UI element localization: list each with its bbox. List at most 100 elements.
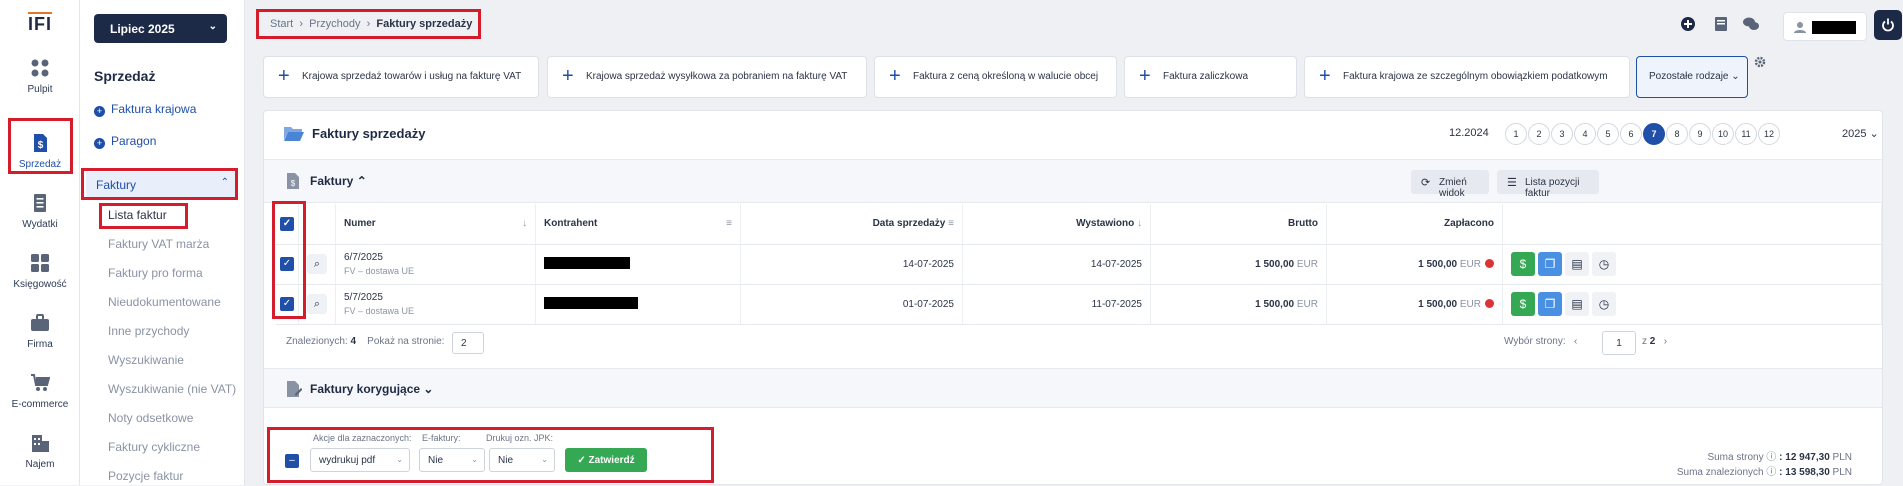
add-circle-icon[interactable] xyxy=(1680,16,1696,32)
clock-icon[interactable]: ◷ xyxy=(1592,252,1616,276)
other-types-dropdown[interactable]: Pozostałe rodzaje ⌄ xyxy=(1636,56,1748,98)
select-all-checkbox[interactable]: ✓ xyxy=(280,216,294,231)
breadcrumb-przychody[interactable]: Przychody xyxy=(309,18,360,30)
menu-link-faktura-krajowa[interactable]: + Faktura krajowa xyxy=(94,102,196,117)
bulk-select-toggle[interactable]: – xyxy=(285,454,299,468)
rail-item-ecommerce[interactable]: E-commerce xyxy=(4,373,76,425)
rail-item-ksiegowosc[interactable]: Księgowość xyxy=(4,253,76,305)
new-invoice-advance-button[interactable]: + Faktura zaliczkowa xyxy=(1124,56,1297,98)
menu-item-wyszukiwanie[interactable]: Wyszukiwanie xyxy=(108,353,184,367)
row-checkbox[interactable]: ✓ xyxy=(280,297,294,311)
building-icon xyxy=(32,435,49,452)
menu-item-faktury-cykliczne[interactable]: Faktury cykliczne xyxy=(108,440,200,454)
e-invoice-select[interactable]: Nie ⌄ xyxy=(419,448,485,472)
menu-item-vat-marza[interactable]: Faktury VAT marża xyxy=(108,237,209,251)
invoice-items-list-button[interactable]: ☰ Lista pozycji faktur xyxy=(1497,170,1599,199)
menu-link-paragon[interactable]: + Paragon xyxy=(94,134,156,149)
payment-dollar-icon[interactable]: $ xyxy=(1511,292,1535,316)
copy-icon[interactable]: ❐ xyxy=(1538,252,1562,276)
copy-icon[interactable]: ❐ xyxy=(1538,292,1562,316)
col-paid[interactable]: Zapłacono xyxy=(1326,204,1503,245)
logout-button[interactable] xyxy=(1874,10,1902,40)
payment-dollar-icon[interactable]: $ xyxy=(1511,252,1535,276)
chevron-left-icon[interactable]: ‹ xyxy=(1574,336,1577,347)
chat-icon[interactable] xyxy=(1743,16,1759,32)
chevron-right-icon[interactable]: › xyxy=(1664,336,1667,347)
col-number[interactable]: Numer ↓ xyxy=(335,204,536,245)
sort-down-icon[interactable]: ↓ xyxy=(1137,218,1142,229)
table-header: ✓ Numer ↓ Kontrahent ≡ Data sprzedaży ≡ Wy… xyxy=(276,204,1882,245)
filter-lines-icon[interactable]: ≡ xyxy=(948,218,954,229)
month-page-5[interactable]: 5 xyxy=(1597,123,1619,145)
sort-down-icon[interactable]: ↓ xyxy=(522,218,527,229)
new-invoice-special-tax-button[interactable]: + Faktura krajowa ze szczególnym obowiązk… xyxy=(1304,56,1630,98)
menu-item-wyszukiwanie-nie-vat[interactable]: Wyszukiwanie (nie VAT) xyxy=(108,382,236,396)
invoice-type: FV – dostawa UE xyxy=(344,306,415,316)
new-invoice-cod-button[interactable]: + Krajowa sprzedaż wysyłkowa za pobraniem… xyxy=(547,56,867,98)
month-page-9[interactable]: 9 xyxy=(1689,123,1711,145)
invoices-section-toggle[interactable]: Faktury ⌃ xyxy=(310,174,367,188)
confirm-button[interactable]: ✓ Zatwierdź xyxy=(565,448,647,472)
new-invoice-vat-button[interactable]: + Krajowa sprzedaż towarów i usług na fak… xyxy=(263,56,539,98)
pdf-icon[interactable]: ▤ xyxy=(1565,292,1589,316)
table-row[interactable]: ✓ ⌕ 5/7/2025 FV – dostawa UE 01-07-2025 1… xyxy=(276,284,1882,325)
month-page-10[interactable]: 10 xyxy=(1712,123,1734,145)
search-icon[interactable]: ⌕ xyxy=(307,254,327,274)
filter-lines-icon[interactable]: ≡ xyxy=(726,218,732,229)
menu-item-inne-przychody[interactable]: Inne przychody xyxy=(108,324,189,338)
app-logo[interactable]: IFI xyxy=(28,12,52,35)
col-sale-date[interactable]: Data sprzedaży ≡ xyxy=(740,204,963,245)
row-checkbox[interactable]: ✓ xyxy=(280,257,294,271)
calculator-icon xyxy=(31,254,49,272)
col-gross[interactable]: Brutto xyxy=(1150,204,1327,245)
rail-item-najem[interactable]: Najem xyxy=(4,433,76,485)
info-icon[interactable]: ⓘ xyxy=(1766,452,1776,463)
table-row[interactable]: ✓ ⌕ 6/7/2025 FV – dostawa UE 14-07-2025 1… xyxy=(276,244,1882,285)
breadcrumb-current: Faktury sprzedaży xyxy=(376,18,473,30)
month-page-11[interactable]: 11 xyxy=(1735,123,1757,145)
invoice-dollar-icon: $ xyxy=(34,134,47,152)
edit-document-icon xyxy=(287,381,302,397)
new-invoice-foreign-currency-button[interactable]: + Faktura z ceną określoną w walucie obce… xyxy=(874,56,1117,98)
invoice-number[interactable]: 5/7/2025 FV – dostawa UE xyxy=(335,284,536,325)
month-page-1[interactable]: 1 xyxy=(1505,123,1527,145)
menu-group-faktury[interactable]: Faktury ⌃ xyxy=(86,172,237,198)
rail-item-pulpit[interactable]: Pulpit xyxy=(4,58,76,110)
rail-item-firma[interactable]: Firma xyxy=(4,313,76,365)
info-icon[interactable]: ⓘ xyxy=(1766,467,1776,478)
month-page-2[interactable]: 2 xyxy=(1528,123,1550,145)
year-selector[interactable]: 2025 ⌄ xyxy=(1842,127,1879,140)
menu-item-pozycje-faktur[interactable]: Pozycje faktur xyxy=(108,469,183,483)
clock-icon[interactable]: ◷ xyxy=(1592,292,1616,316)
search-icon[interactable]: ⌕ xyxy=(307,294,327,314)
invoice-number[interactable]: 6/7/2025 FV – dostawa UE xyxy=(335,244,536,285)
menu-item-pro-forma[interactable]: Faktury pro forma xyxy=(108,266,203,280)
corrections-section-toggle[interactable]: Faktury korygujące ⌄ xyxy=(310,382,433,396)
menu-item-lista-faktur[interactable]: Lista faktur xyxy=(108,208,167,222)
gear-icon[interactable] xyxy=(1754,56,1766,68)
month-page-8[interactable]: 8 xyxy=(1666,123,1688,145)
notes-icon[interactable] xyxy=(1713,16,1729,32)
col-issued[interactable]: Wystawiono ↓ xyxy=(962,204,1151,245)
month-page-6[interactable]: 6 xyxy=(1620,123,1642,145)
month-selector[interactable]: Lipiec 2025 ⌄ xyxy=(94,14,227,43)
month-page-7[interactable]: 7 xyxy=(1643,123,1665,145)
month-page-12[interactable]: 12 xyxy=(1758,123,1780,145)
change-view-button[interactable]: ⟳ Zmień widok xyxy=(1411,170,1489,199)
month-page-3[interactable]: 3 xyxy=(1551,123,1573,145)
rail-item-wydatki[interactable]: Wydatki xyxy=(4,193,76,245)
breadcrumb-start[interactable]: Start xyxy=(270,18,293,30)
menu-item-noty-odsetkowe[interactable]: Noty odsetkowe xyxy=(108,411,193,425)
issued-date: 14-07-2025 xyxy=(962,244,1151,285)
actions-select[interactable]: wydrukuj pdf ⌄ xyxy=(310,448,410,472)
rail-label: Najem xyxy=(25,459,55,470)
rail-item-sprzedaz[interactable]: $ Sprzedaż xyxy=(4,133,76,185)
pdf-icon[interactable]: ▤ xyxy=(1565,252,1589,276)
per-page-input[interactable]: 2 xyxy=(452,332,484,354)
month-page-4[interactable]: 4 xyxy=(1574,123,1596,145)
col-contractor[interactable]: Kontrahent ≡ xyxy=(535,204,741,245)
jpk-select[interactable]: Nie ⌄ xyxy=(489,448,555,472)
page-input[interactable]: 1 xyxy=(1602,331,1636,355)
user-menu[interactable] xyxy=(1783,12,1867,41)
menu-item-nieudokumentowane[interactable]: Nieudokumentowane xyxy=(108,295,221,309)
